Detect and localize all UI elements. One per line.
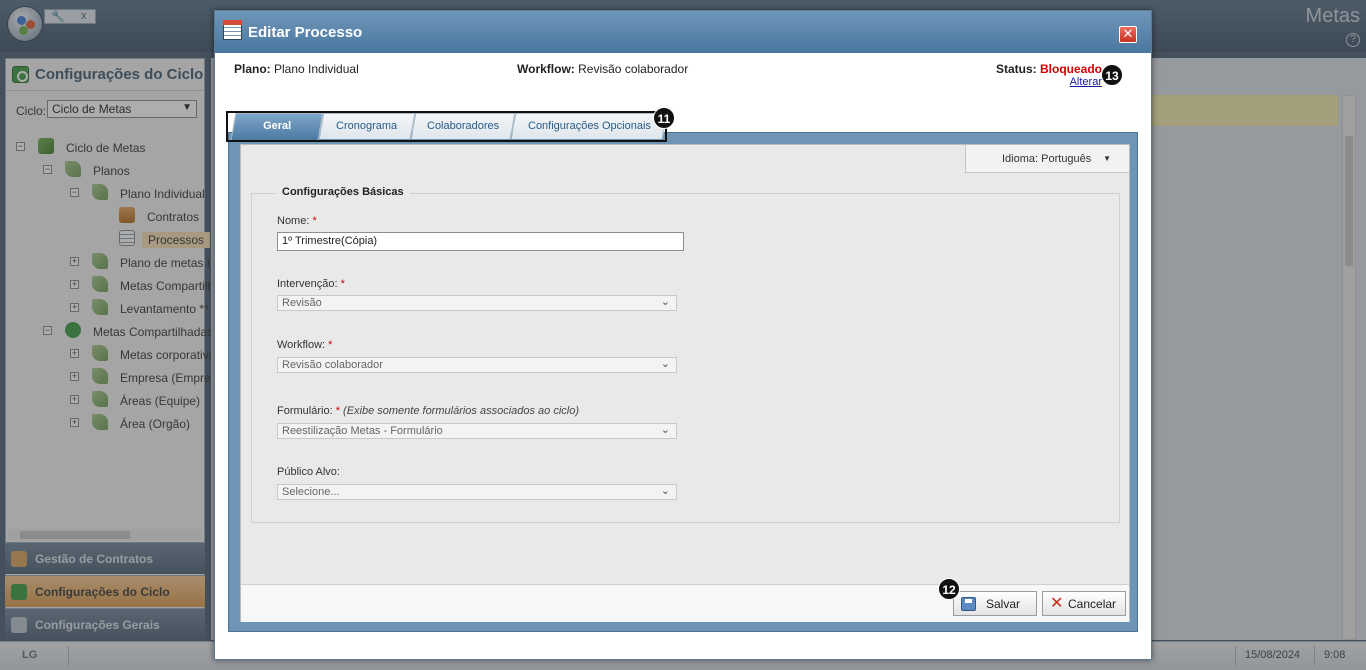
status-info: Status: Bloqueado: [996, 62, 1102, 76]
save-label: Salvar: [986, 597, 1021, 611]
basic-settings-fieldset: Configurações Básicas Nome: * 1º Trimest…: [251, 186, 1120, 523]
chevron-down-icon: ▼: [1103, 154, 1111, 163]
plano-label: Plano:: [234, 62, 271, 76]
cancel-label: Cancelar: [1068, 597, 1117, 611]
nome-label: Nome: *: [277, 215, 317, 227]
field-label: Formulário:: [277, 405, 333, 417]
nome-input[interactable]: 1º Trimestre(Cópia): [277, 232, 684, 251]
workflow-select[interactable]: Revisão colaborador ⌄: [277, 357, 677, 373]
dialog-footer: Salvar ✕ Cancelar: [241, 584, 1129, 622]
formulario-select[interactable]: Reestilização Metas - Formulário ⌄: [277, 423, 677, 439]
tab-panel-frame: Idioma: Português ▼ Configurações Básica…: [228, 132, 1138, 632]
close-icon: ✕: [1050, 595, 1064, 612]
annotation-badge-13: 13: [1101, 64, 1123, 86]
intervencao-label: Intervenção: *: [277, 278, 345, 290]
process-info-row: Plano: Plano Individual Workflow: Revisã…: [215, 53, 1151, 113]
save-button[interactable]: Salvar: [953, 591, 1037, 616]
close-button[interactable]: ✕: [1119, 26, 1137, 43]
select-value: Reestilização Metas - Formulário: [282, 425, 443, 437]
workflow-info: Workflow: Revisão colaborador: [517, 62, 688, 76]
dialog-titlebar[interactable]: Editar Processo ✕: [215, 11, 1151, 53]
workflow-label: Workflow:: [517, 62, 575, 76]
select-value: Revisão colaborador: [282, 359, 383, 371]
plano-info: Plano: Plano Individual: [234, 62, 359, 76]
section-title: Configurações Básicas: [276, 186, 410, 198]
workflow-field-label: Workflow: *: [277, 339, 332, 351]
chevron-down-icon: ⌄: [660, 485, 670, 497]
formulario-label: Formulário: * (Exibe somente formulários…: [277, 405, 579, 417]
select-value: Selecione...: [282, 486, 340, 498]
tabs-highlight-frame: [226, 111, 667, 142]
publico-alvo-select[interactable]: Selecione... ⌄: [277, 484, 677, 500]
chevron-down-icon: ⌄: [660, 296, 670, 308]
publico-alvo-label: Público Alvo:: [277, 466, 340, 478]
alterar-status-link[interactable]: Alterar: [1070, 76, 1102, 88]
cancel-button[interactable]: ✕ Cancelar: [1042, 591, 1126, 616]
language-caption: Idioma:: [1002, 153, 1039, 165]
floppy-disk-icon: [961, 597, 976, 611]
workflow-value: Revisão colaborador: [578, 62, 689, 76]
field-label: Nome:: [277, 215, 310, 227]
edit-process-dialog: Editar Processo ✕ Plano: Plano Individua…: [214, 10, 1152, 660]
required-mark: *: [340, 278, 345, 290]
required-mark: *: [328, 339, 333, 351]
annotation-badge-12: 12: [938, 578, 960, 600]
chevron-down-icon: ⌄: [660, 358, 670, 370]
status-label: Status:: [995, 62, 1037, 76]
calendar-icon: [223, 20, 242, 40]
required-mark: *: [312, 215, 317, 227]
chevron-down-icon: ⌄: [660, 424, 670, 436]
annotation-badge-11: 11: [653, 107, 675, 129]
status-badge: Bloqueado: [1040, 62, 1102, 76]
dialog-title: Editar Processo: [248, 24, 363, 41]
field-note: (Exibe somente formulários associados ao…: [343, 405, 580, 417]
required-mark: *: [335, 405, 340, 417]
field-label: Intervenção:: [277, 278, 338, 290]
language-value: Português: [1041, 153, 1092, 165]
select-value: Revisão: [282, 297, 322, 309]
language-selector[interactable]: Idioma: Português ▼: [965, 145, 1129, 173]
plano-value: Plano Individual: [274, 62, 359, 76]
intervencao-select[interactable]: Revisão ⌄: [277, 295, 677, 311]
tab-panel-geral: Idioma: Português ▼ Configurações Básica…: [240, 144, 1130, 622]
field-label: Workflow:: [277, 339, 326, 351]
field-label: Público Alvo:: [277, 466, 340, 478]
language-label: Idioma: Português: [1002, 153, 1091, 165]
